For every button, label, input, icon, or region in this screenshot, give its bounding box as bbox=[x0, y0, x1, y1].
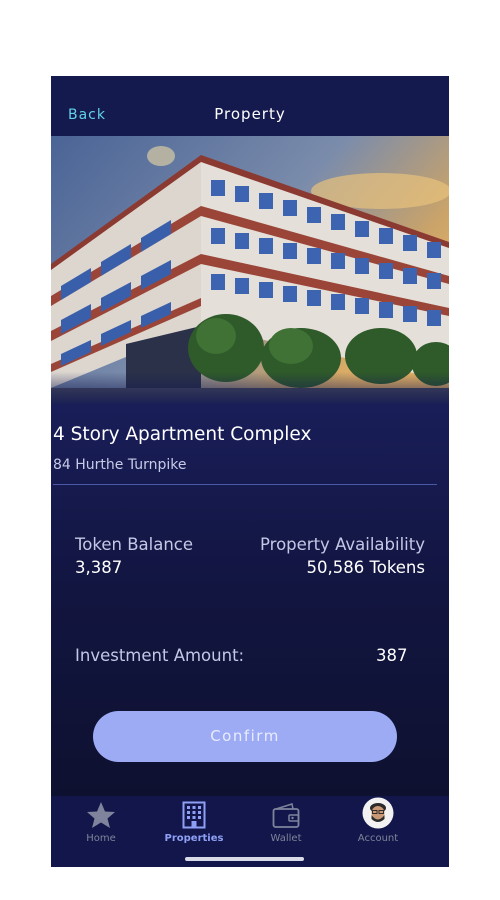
apartment-building-photo bbox=[51, 136, 449, 404]
investment-amount-value[interactable]: 387 bbox=[376, 646, 408, 665]
token-balance-label: Token Balance bbox=[75, 535, 193, 554]
tab-label: Properties bbox=[164, 833, 224, 844]
property-title: 4 Story Apartment Complex bbox=[53, 424, 312, 445]
token-balance-value: 3,387 bbox=[75, 558, 123, 577]
availability-value: 50,586 Tokens bbox=[306, 558, 425, 577]
nav-bar: Back Property bbox=[51, 76, 449, 136]
property-photo bbox=[51, 136, 449, 404]
wallet-icon bbox=[272, 803, 300, 828]
confirm-button[interactable]: Confirm bbox=[93, 711, 397, 762]
page-title: Property bbox=[214, 105, 286, 123]
star-icon bbox=[87, 802, 115, 828]
tab-label: Account bbox=[357, 833, 399, 844]
tab-home[interactable]: Home bbox=[61, 796, 141, 867]
investment-amount-label: Investment Amount: bbox=[75, 646, 245, 665]
availability-label: Property Availability bbox=[260, 535, 425, 554]
phone-screen: Back Property 4 Story Apartment Complex … bbox=[51, 76, 449, 867]
tab-label: Wallet bbox=[270, 833, 302, 844]
property-address: 84 Hurthe Turnpike bbox=[53, 457, 187, 473]
divider bbox=[53, 484, 437, 485]
tab-account[interactable]: Account bbox=[338, 796, 418, 867]
building-icon bbox=[182, 801, 206, 829]
avatar-icon bbox=[362, 797, 394, 829]
home-indicator[interactable] bbox=[185, 857, 304, 861]
tab-label: Home bbox=[86, 833, 116, 844]
